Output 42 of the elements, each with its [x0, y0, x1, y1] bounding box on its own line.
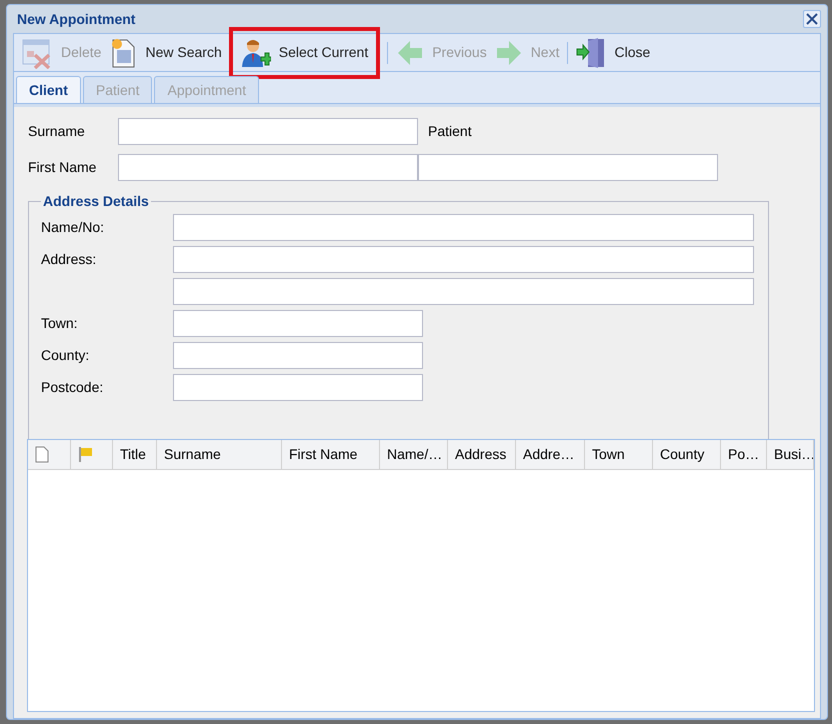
field-label: Address: — [41, 250, 96, 266]
right-arrow-icon — [494, 38, 523, 66]
column-header[interactable]: Addre… — [523, 444, 574, 465]
close-button[interactable] — [803, 10, 821, 28]
column-header[interactable]: Title — [120, 444, 146, 465]
left-arrow-icon — [396, 38, 424, 66]
document-star-icon — [109, 36, 138, 68]
column-header[interactable]: Town — [592, 444, 625, 465]
column-header[interactable]: Surname — [164, 444, 221, 465]
door-exit-icon — [576, 36, 606, 68]
tab[interactable]: Client — [16, 76, 81, 103]
flag-icon — [78, 446, 94, 463]
address-field[interactable] — [173, 278, 754, 305]
calendar-delete-icon — [21, 36, 53, 68]
field-label: First Name — [28, 158, 98, 176]
address-field[interactable] — [173, 374, 423, 401]
select-button[interactable]: Select Current — [232, 30, 376, 74]
column-header[interactable]: County — [660, 444, 704, 465]
column-header[interactable]: Po… — [728, 444, 760, 465]
close-button[interactable]: Close — [573, 36, 654, 70]
address-field[interactable] — [173, 342, 423, 369]
surname-field[interactable] — [118, 118, 418, 144]
field-label: Patient — [428, 122, 472, 140]
column-header[interactable]: Name/… — [387, 444, 442, 465]
column-header[interactable]: First Name — [289, 444, 358, 465]
field-label: County: — [41, 346, 90, 362]
first-name-field[interactable] — [118, 154, 418, 180]
column-header[interactable]: Busi… — [774, 444, 813, 465]
field-label: Postcode: — [41, 378, 104, 394]
field-label: Town: — [41, 314, 78, 330]
section-title: Address Details — [42, 192, 150, 211]
search-button[interactable]: New Search — [106, 36, 225, 70]
address-field[interactable] — [173, 310, 423, 337]
patient-field[interactable] — [418, 154, 718, 180]
close-icon — [806, 13, 818, 25]
address-field[interactable] — [173, 214, 754, 241]
field-label: Name/No: — [41, 218, 104, 234]
field-label: Surname — [28, 122, 86, 140]
document-icon — [35, 446, 49, 463]
address-field[interactable] — [173, 246, 754, 273]
column-header[interactable]: Address — [455, 444, 506, 465]
window-title: New Appointment — [17, 10, 136, 29]
